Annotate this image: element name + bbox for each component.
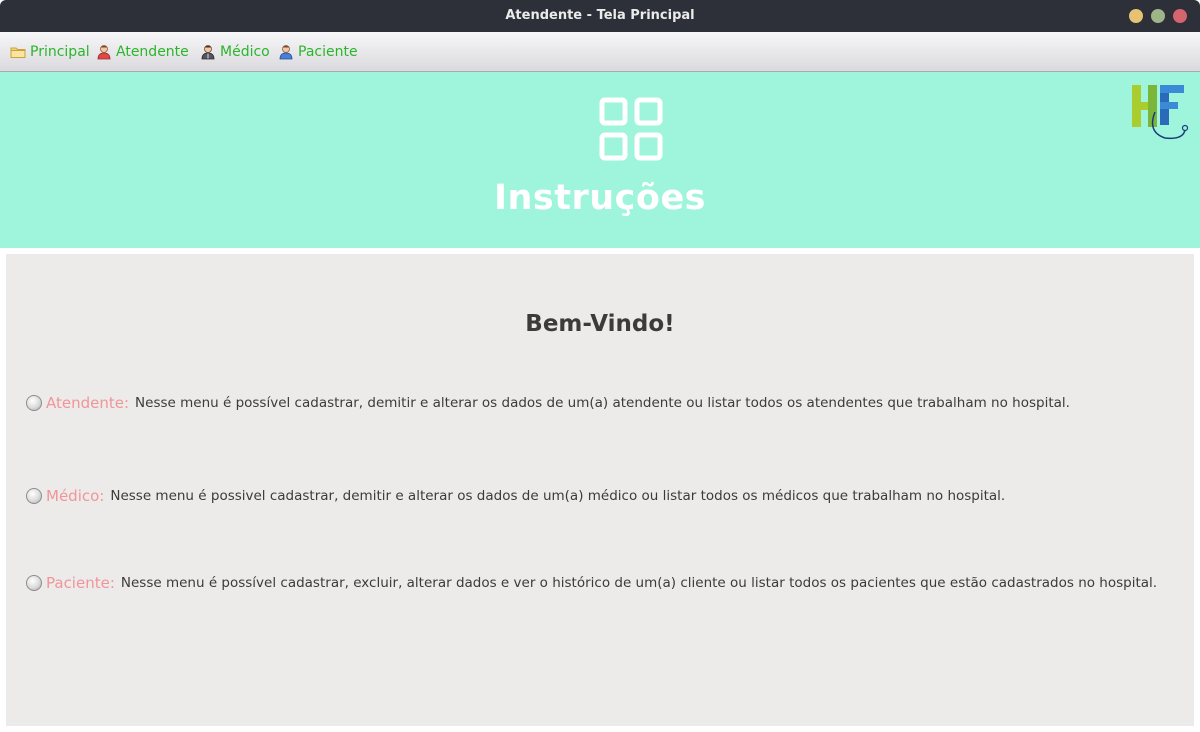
bullet-icon <box>26 575 42 591</box>
menu-item-medico[interactable]: Médico <box>200 32 270 71</box>
instruction-label: Médico: <box>46 487 105 505</box>
instruction-text: Nesse menu é possivel cadastrar, demitir… <box>110 488 1006 504</box>
instruction-item-paciente: Paciente: Nesse menu é possível cadastra… <box>26 573 1157 593</box>
maximize-button[interactable] <box>1151 9 1165 23</box>
instruction-label: Atendente: <box>46 394 130 412</box>
menu-bar: Principal Atendente Médico Paciente <box>0 32 1200 72</box>
instruction-item-medico: Médico: Nesse menu é possivel cadastrar,… <box>26 486 1005 506</box>
minimize-button[interactable] <box>1129 9 1143 23</box>
menu-item-label: Principal <box>30 43 90 60</box>
bullet-icon <box>26 395 42 411</box>
instruction-text: Nesse menu é possível cadastrar, excluir… <box>120 575 1158 591</box>
bullet-icon <box>26 488 42 504</box>
title-bar[interactable]: Atendente - Tela Principal <box>0 0 1200 32</box>
page-title: Instruções <box>493 178 707 218</box>
grid-icon <box>599 97 665 163</box>
welcome-heading: Bem-Vindo! <box>525 311 675 337</box>
user-red-icon <box>96 44 112 60</box>
window-title: Atendente - Tela Principal <box>505 8 695 23</box>
hf-logo-icon <box>1130 82 1190 142</box>
instruction-label: Paciente: <box>46 574 115 592</box>
menu-item-label: Paciente <box>298 43 358 60</box>
instruction-text: Nesse menu é possível cadastrar, demitir… <box>135 395 1070 411</box>
menu-item-paciente[interactable]: Paciente <box>278 32 358 71</box>
menu-item-label: Atendente <box>116 43 189 60</box>
instruction-item-atendente: Atendente: Nesse menu é possível cadastr… <box>26 393 1070 413</box>
instructions-panel: Bem-Vindo! Atendente: Nesse menu é possí… <box>6 254 1194 726</box>
menu-item-label: Médico <box>220 43 270 60</box>
menu-item-principal[interactable]: Principal <box>10 32 90 71</box>
main-window: Atendente - Tela Principal Principal Ate… <box>0 0 1200 732</box>
menu-item-atendente[interactable]: Atendente <box>96 32 189 71</box>
folder-icon <box>10 44 26 60</box>
user-blue-icon <box>278 44 294 60</box>
user-dark-icon <box>200 44 216 60</box>
close-button[interactable] <box>1173 9 1187 23</box>
